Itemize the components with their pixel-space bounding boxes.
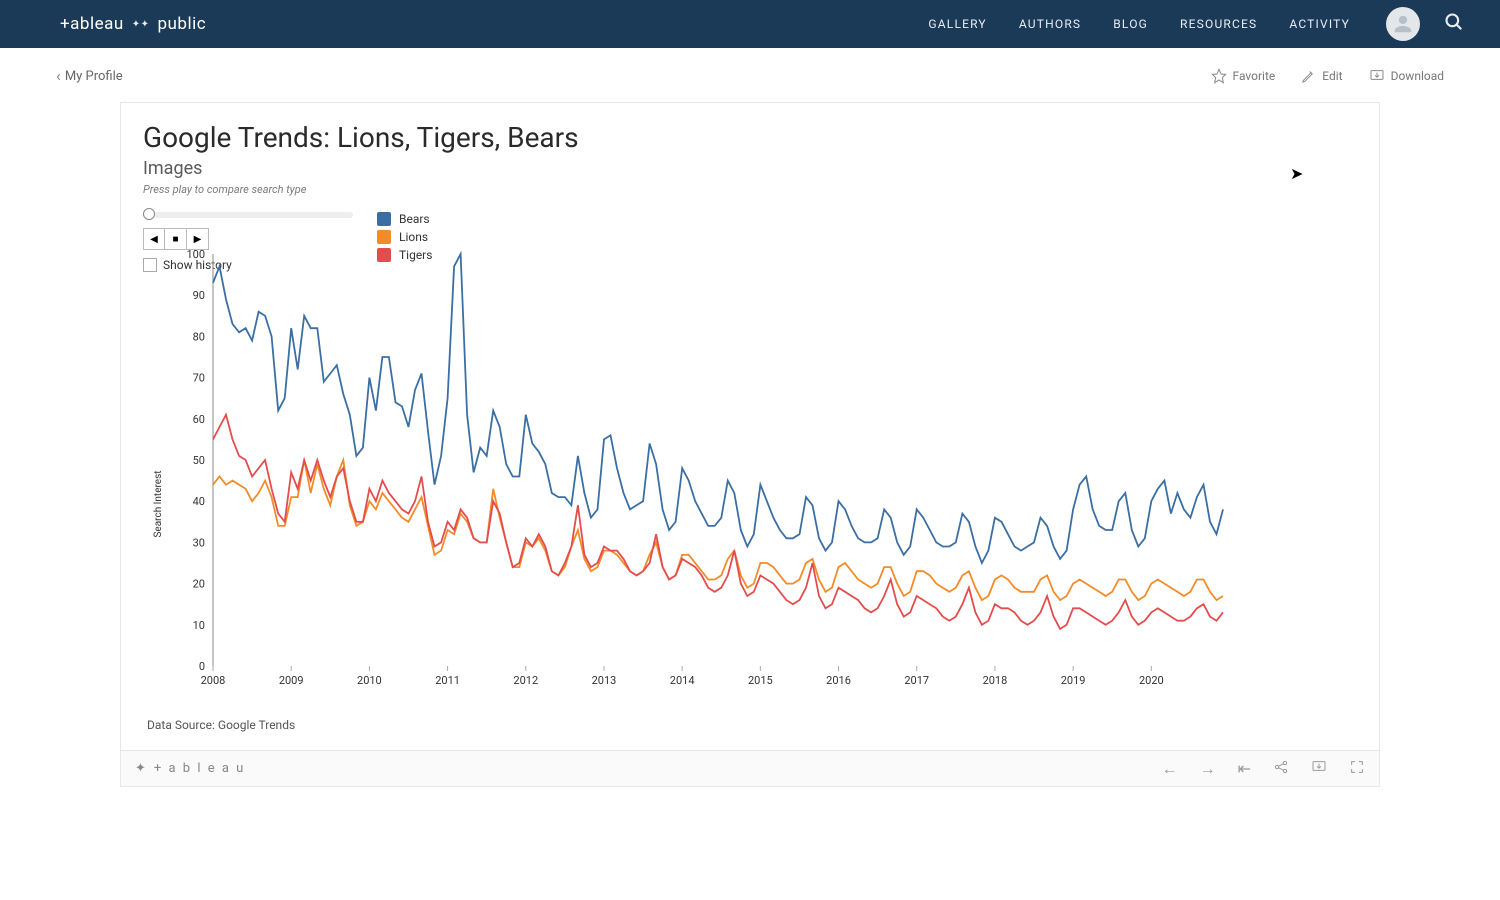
svg-text:2015: 2015 <box>748 674 773 687</box>
favorite-button[interactable]: Favorite <box>1211 68 1276 84</box>
fullscreen-icon[interactable] <box>1349 759 1365 779</box>
swatch-icon <box>377 212 391 226</box>
playback-slider[interactable] <box>143 212 353 218</box>
search-icon <box>1444 12 1464 32</box>
star-icon <box>1211 68 1227 84</box>
svg-text:2008: 2008 <box>201 674 226 687</box>
top-nav: +ableau ✦✦ public GALLERY AUTHORS BLOG R… <box>0 0 1500 48</box>
y-axis-label: Search Interest <box>153 470 164 537</box>
data-source: Data Source: Google Trends <box>143 708 1357 740</box>
footer-download-icon[interactable] <box>1311 759 1327 779</box>
back-link[interactable]: ‹ My Profile <box>56 68 123 84</box>
tableau-mark[interactable]: ✦ + a b l e a u <box>135 761 245 776</box>
brand-plus-icon: ✦✦ <box>132 19 150 30</box>
svg-text:10: 10 <box>193 619 205 632</box>
svg-text:2014: 2014 <box>670 674 695 687</box>
svg-text:20: 20 <box>193 578 205 591</box>
swatch-icon <box>377 230 391 244</box>
footer-tools: ← → ⇤ <box>1162 759 1365 779</box>
chevron-left-icon: ‹ <box>56 68 61 84</box>
sub-bar: ‹ My Profile Favorite Edit Download <box>0 48 1500 94</box>
download-icon <box>1369 68 1385 84</box>
slider-thumb[interactable] <box>143 208 155 220</box>
svg-text:2013: 2013 <box>592 674 617 687</box>
tableau-text: + a b l e a u <box>154 761 245 776</box>
brand-text-right: public <box>157 14 206 34</box>
viz-title: Google Trends: Lions, Tigers, Bears <box>143 121 1357 154</box>
svg-text:2018: 2018 <box>983 674 1008 687</box>
nav-revert-icon[interactable]: ⇤ <box>1238 759 1251 779</box>
svg-text:70: 70 <box>193 372 205 385</box>
brand-logo[interactable]: +ableau ✦✦ public <box>60 14 206 34</box>
svg-text:40: 40 <box>193 495 205 508</box>
legend-item-bears[interactable]: Bears <box>377 212 432 226</box>
svg-text:2017: 2017 <box>904 674 929 687</box>
legend-item-lions[interactable]: Lions <box>377 230 432 244</box>
nav-gallery[interactable]: GALLERY <box>928 17 986 31</box>
avatar[interactable] <box>1386 7 1420 41</box>
svg-text:50: 50 <box>193 454 205 467</box>
svg-text:2020: 2020 <box>1139 674 1164 687</box>
svg-text:2011: 2011 <box>435 674 460 687</box>
svg-text:2016: 2016 <box>826 674 851 687</box>
nav-back-icon[interactable]: ← <box>1162 759 1178 779</box>
back-label: My Profile <box>65 69 123 84</box>
tableau-glyph-icon: ✦ <box>135 761 148 776</box>
viz-footer: ✦ + a b l e a u ← → ⇤ <box>121 750 1379 786</box>
nav-authors[interactable]: AUTHORS <box>1019 17 1081 31</box>
edit-button[interactable]: Edit <box>1301 68 1342 84</box>
svg-text:2019: 2019 <box>1061 674 1086 687</box>
legend-label: Bears <box>399 212 430 226</box>
svg-text:2009: 2009 <box>279 674 304 687</box>
nav-resources[interactable]: RESOURCES <box>1180 17 1257 31</box>
svg-text:30: 30 <box>193 536 205 549</box>
download-label: Download <box>1391 69 1444 83</box>
nav-forward-icon[interactable]: → <box>1200 759 1216 779</box>
viz-actions: Favorite Edit Download <box>1211 68 1444 84</box>
nav-links: GALLERY AUTHORS BLOG RESOURCES ACTIVITY <box>928 17 1350 31</box>
viz-hint: Press play to compare search type <box>143 183 1357 196</box>
viz-card: Google Trends: Lions, Tigers, Bears Imag… <box>120 102 1380 787</box>
download-button[interactable]: Download <box>1369 68 1444 84</box>
line-chart: Search Interest 0 10 20 30 40 50 60 70 80 90 100 20… <box>143 244 1243 704</box>
svg-text:0: 0 <box>199 660 205 673</box>
brand-text-left: +ableau <box>60 14 124 34</box>
search-button[interactable] <box>1444 12 1464 36</box>
legend-label: Lions <box>399 230 428 244</box>
person-icon <box>1392 13 1414 35</box>
svg-text:80: 80 <box>193 330 205 343</box>
svg-text:90: 90 <box>193 289 205 302</box>
nav-activity[interactable]: ACTIVITY <box>1289 17 1350 31</box>
svg-text:60: 60 <box>193 413 205 426</box>
viz-subtitle: Images <box>143 158 1357 179</box>
pencil-icon <box>1301 69 1316 84</box>
svg-text:2010: 2010 <box>357 674 382 687</box>
edit-label: Edit <box>1322 69 1342 83</box>
nav-blog[interactable]: BLOG <box>1113 17 1148 31</box>
favorite-label: Favorite <box>1233 69 1276 83</box>
svg-text:2012: 2012 <box>513 674 538 687</box>
share-icon[interactable] <box>1273 759 1289 779</box>
svg-text:100: 100 <box>186 248 205 261</box>
